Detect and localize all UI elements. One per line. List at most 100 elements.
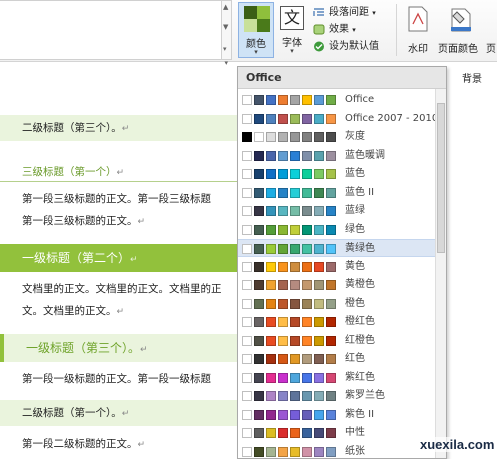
color-swatch xyxy=(242,187,252,198)
theme-colors-button[interactable]: 颜色 ▾ xyxy=(238,2,274,58)
body-paragraph[interactable]: 第一段三级标题的正文。第一段三级标题 xyxy=(0,190,238,208)
color-swatch xyxy=(302,244,312,254)
color-swatch xyxy=(242,261,252,272)
color-swatch xyxy=(314,280,324,290)
body-paragraph[interactable]: 文档里的正文。文档里的正文。文档里的正 xyxy=(0,280,238,298)
body-paragraph[interactable]: 第一段三级标题的正文。↵ xyxy=(0,212,238,230)
theme-colors-dropdown[interactable]: Office Office Office 2007 - 2010 灰度 蓝色暖调 蓝色蓝… xyxy=(237,66,447,459)
set-default-button[interactable]: 设为默认值 xyxy=(312,38,392,55)
theme-color-option[interactable]: 灰度 xyxy=(238,128,446,146)
paragraph-text: 一级标题（第二个） xyxy=(22,251,131,265)
page-color-button[interactable]: 页面颜色 xyxy=(436,2,486,58)
ribbon-toolbar: ▲ ▼ ▾ 颜色 ▾ 文 字体 ▾ 段落间距 ▾ 效果 ▾ 设为默认值 水印 页… xyxy=(0,0,497,62)
color-swatch xyxy=(242,317,252,327)
theme-color-option[interactable]: 红色 xyxy=(238,350,446,368)
theme-color-option[interactable]: 紫色 II xyxy=(238,406,446,424)
theme-color-option[interactable]: Office xyxy=(238,91,446,109)
paragraph-mark-icon: ↵ xyxy=(137,217,146,227)
heading-3[interactable]: 三级标题（第一个）↵ xyxy=(0,162,238,182)
color-swatch xyxy=(278,224,288,235)
heading-1[interactable]: 一级标题（第二个）↵ xyxy=(0,244,238,272)
color-swatch xyxy=(290,354,300,364)
color-swatch xyxy=(278,354,288,364)
styles-gallery[interactable]: ▲ ▼ ▾ xyxy=(0,0,232,60)
color-swatch xyxy=(314,150,324,161)
site-watermark: xuexila.com xyxy=(418,437,497,452)
body-paragraph[interactable]: 第一段一级标题的正文。第一段一级标题 xyxy=(0,370,238,388)
paragraph-text: 第一段二级标题的正文。 xyxy=(22,438,138,450)
color-swatch xyxy=(326,446,336,457)
check-circle-icon xyxy=(314,41,324,52)
theme-color-option[interactable]: 紫罗兰色 xyxy=(238,387,446,405)
color-swatch xyxy=(326,298,336,309)
color-swatch xyxy=(314,261,324,272)
theme-color-option[interactable]: 黄绿色 xyxy=(238,239,446,257)
page-color-label: 页面颜色 xyxy=(438,44,478,55)
color-swatch xyxy=(314,187,324,198)
heading-1[interactable]: 一级标题（第三个）。↵ xyxy=(0,334,238,362)
page-color-icon xyxy=(451,8,471,32)
color-swatch xyxy=(242,150,252,161)
color-swatch xyxy=(302,261,312,272)
theme-color-option[interactable]: 蓝色 xyxy=(238,165,446,183)
chevron-down-icon[interactable]: ▾ xyxy=(224,59,228,67)
theme-color-option[interactable]: 橙色 xyxy=(238,295,446,313)
color-swatch xyxy=(254,298,264,309)
theme-color-option[interactable]: 中性 xyxy=(238,424,446,442)
effects-button[interactable]: 效果 ▾ xyxy=(312,21,392,38)
theme-color-option[interactable]: 黄色 xyxy=(238,258,446,276)
color-swatch xyxy=(314,206,324,216)
color-swatch xyxy=(314,95,324,105)
body-paragraph[interactable]: 文。文档里的正文。↵ xyxy=(0,302,238,320)
color-swatch xyxy=(254,391,264,401)
color-swatch xyxy=(326,224,336,235)
dropdown-scrollbar[interactable] xyxy=(435,89,446,458)
theme-color-option[interactable]: 纸张 xyxy=(238,443,446,459)
color-swatch xyxy=(326,244,336,254)
styles-gallery-scroll[interactable]: ▲ ▼ ▾ xyxy=(221,1,231,59)
theme-color-option[interactable]: 红橙色 xyxy=(238,332,446,350)
page-borders-button[interactable]: 页 xyxy=(486,2,497,58)
theme-color-option[interactable]: 紫红色 xyxy=(238,369,446,387)
palette-icon xyxy=(244,6,270,32)
paragraph-text: 二级标题（第一个）。 xyxy=(22,407,122,419)
theme-color-option[interactable]: 蓝色 II xyxy=(238,184,446,202)
document-page[interactable]: 二级标题（第三个）。↵ 三级标题（第一个）↵ 第一段三级标题的正文。第一段三级标… xyxy=(0,70,238,459)
scroll-down-icon[interactable]: ▼ xyxy=(223,23,228,31)
watermark-button[interactable]: 水印 xyxy=(402,2,434,58)
paragraph-spacing-button[interactable]: 段落间距 ▾ xyxy=(312,4,392,21)
page-borders-label: 页 xyxy=(486,44,496,55)
heading-2[interactable]: 二级标题（第一个）。↵ xyxy=(0,400,238,426)
theme-color-option[interactable]: 橙红色 xyxy=(238,313,446,331)
color-swatch xyxy=(254,187,264,198)
color-swatch xyxy=(242,244,252,254)
heading-2[interactable]: 二级标题（第三个）。↵ xyxy=(0,115,238,141)
theme-color-option[interactable]: 蓝绿 xyxy=(238,202,446,220)
theme-name: 蓝色暖调 xyxy=(345,149,385,161)
theme-color-option[interactable]: Office 2007 - 2010 xyxy=(238,110,446,128)
theme-color-option[interactable]: 蓝色暖调 xyxy=(238,147,446,165)
color-swatch xyxy=(242,113,252,124)
color-swatch xyxy=(266,187,276,198)
watermark-icon xyxy=(408,6,428,32)
color-swatch xyxy=(302,113,312,124)
scrollbar-thumb[interactable] xyxy=(437,103,445,253)
scroll-up-icon[interactable]: ▲ xyxy=(223,3,228,11)
theme-name: 黄色 xyxy=(345,260,365,272)
theme-fonts-button[interactable]: 文 字体 ▾ xyxy=(276,2,308,58)
set-default-label: 设为默认值 xyxy=(329,41,379,52)
color-swatch xyxy=(314,317,324,327)
theme-color-option[interactable]: 绿色 xyxy=(238,221,446,239)
color-swatch xyxy=(278,372,288,383)
color-swatch xyxy=(326,113,336,124)
theme-color-option[interactable]: 黄橙色 xyxy=(238,276,446,294)
color-swatch xyxy=(266,132,276,142)
color-swatch xyxy=(326,372,336,383)
paragraph-mark-icon: ↵ xyxy=(140,345,148,355)
body-paragraph[interactable]: 第一段二级标题的正文。↵ xyxy=(0,435,238,453)
color-swatch xyxy=(266,298,276,309)
color-swatch xyxy=(278,169,288,179)
theme-name: 灰度 xyxy=(345,131,365,142)
paragraph-text: 第一段三级标题的正文。第一段三级标题 xyxy=(22,193,211,205)
gallery-more-icon[interactable]: ▾ xyxy=(223,45,227,53)
